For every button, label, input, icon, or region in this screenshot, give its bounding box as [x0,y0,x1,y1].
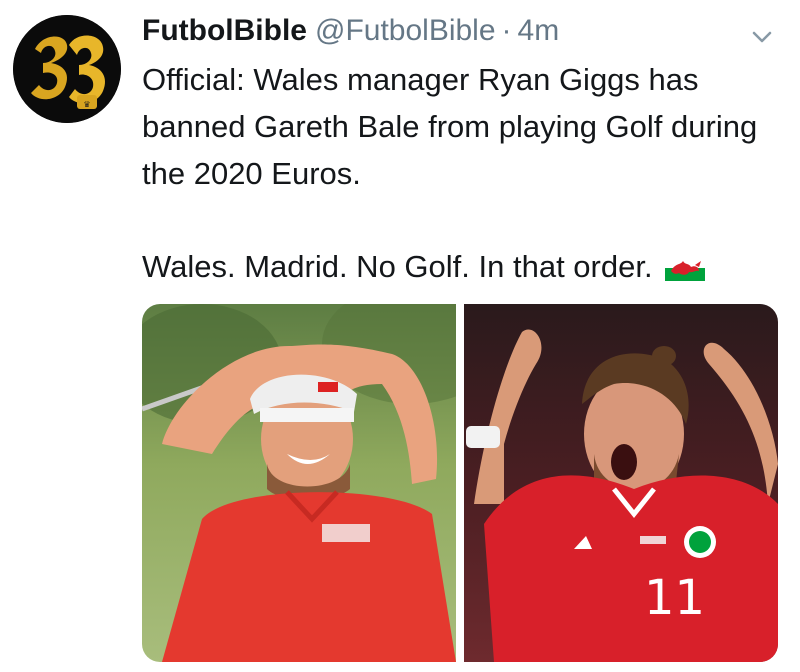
football-photo[interactable]: 11 [464,304,778,662]
separator-dot: · [501,14,512,47]
tweet-header: FutbolBible @FutbolBible · 4m [142,14,559,54]
wales-flag-icon [664,255,705,281]
football-photo-image: 11 [464,304,778,662]
tweet-media: 11 [142,304,778,662]
svg-text:♛: ♛ [83,100,90,109]
futbolbible-logo-icon: ♛ [13,15,121,123]
golf-photo-image [142,304,456,662]
author-avatar[interactable]: ♛ [13,15,121,123]
tweet-paragraph-2-text: Wales. Madrid. No Golf. In that order. [142,249,653,284]
tweet-paragraph-1: Official: Wales manager Ryan Giggs has b… [142,62,758,191]
jersey-number: 11 [644,570,705,626]
tweet-text: Official: Wales manager Ryan Giggs has b… [142,56,782,290]
tweet-menu-button[interactable] [748,26,776,48]
chevron-down-icon [752,31,772,43]
tweet-timestamp[interactable]: 4m [518,14,560,48]
tweet-paragraph-2: Wales. Madrid. No Golf. In that order. [142,243,782,290]
author-handle[interactable]: @FutbolBible [315,14,496,48]
author-display-name[interactable]: FutbolBible [142,14,307,48]
golf-photo[interactable] [142,304,456,662]
